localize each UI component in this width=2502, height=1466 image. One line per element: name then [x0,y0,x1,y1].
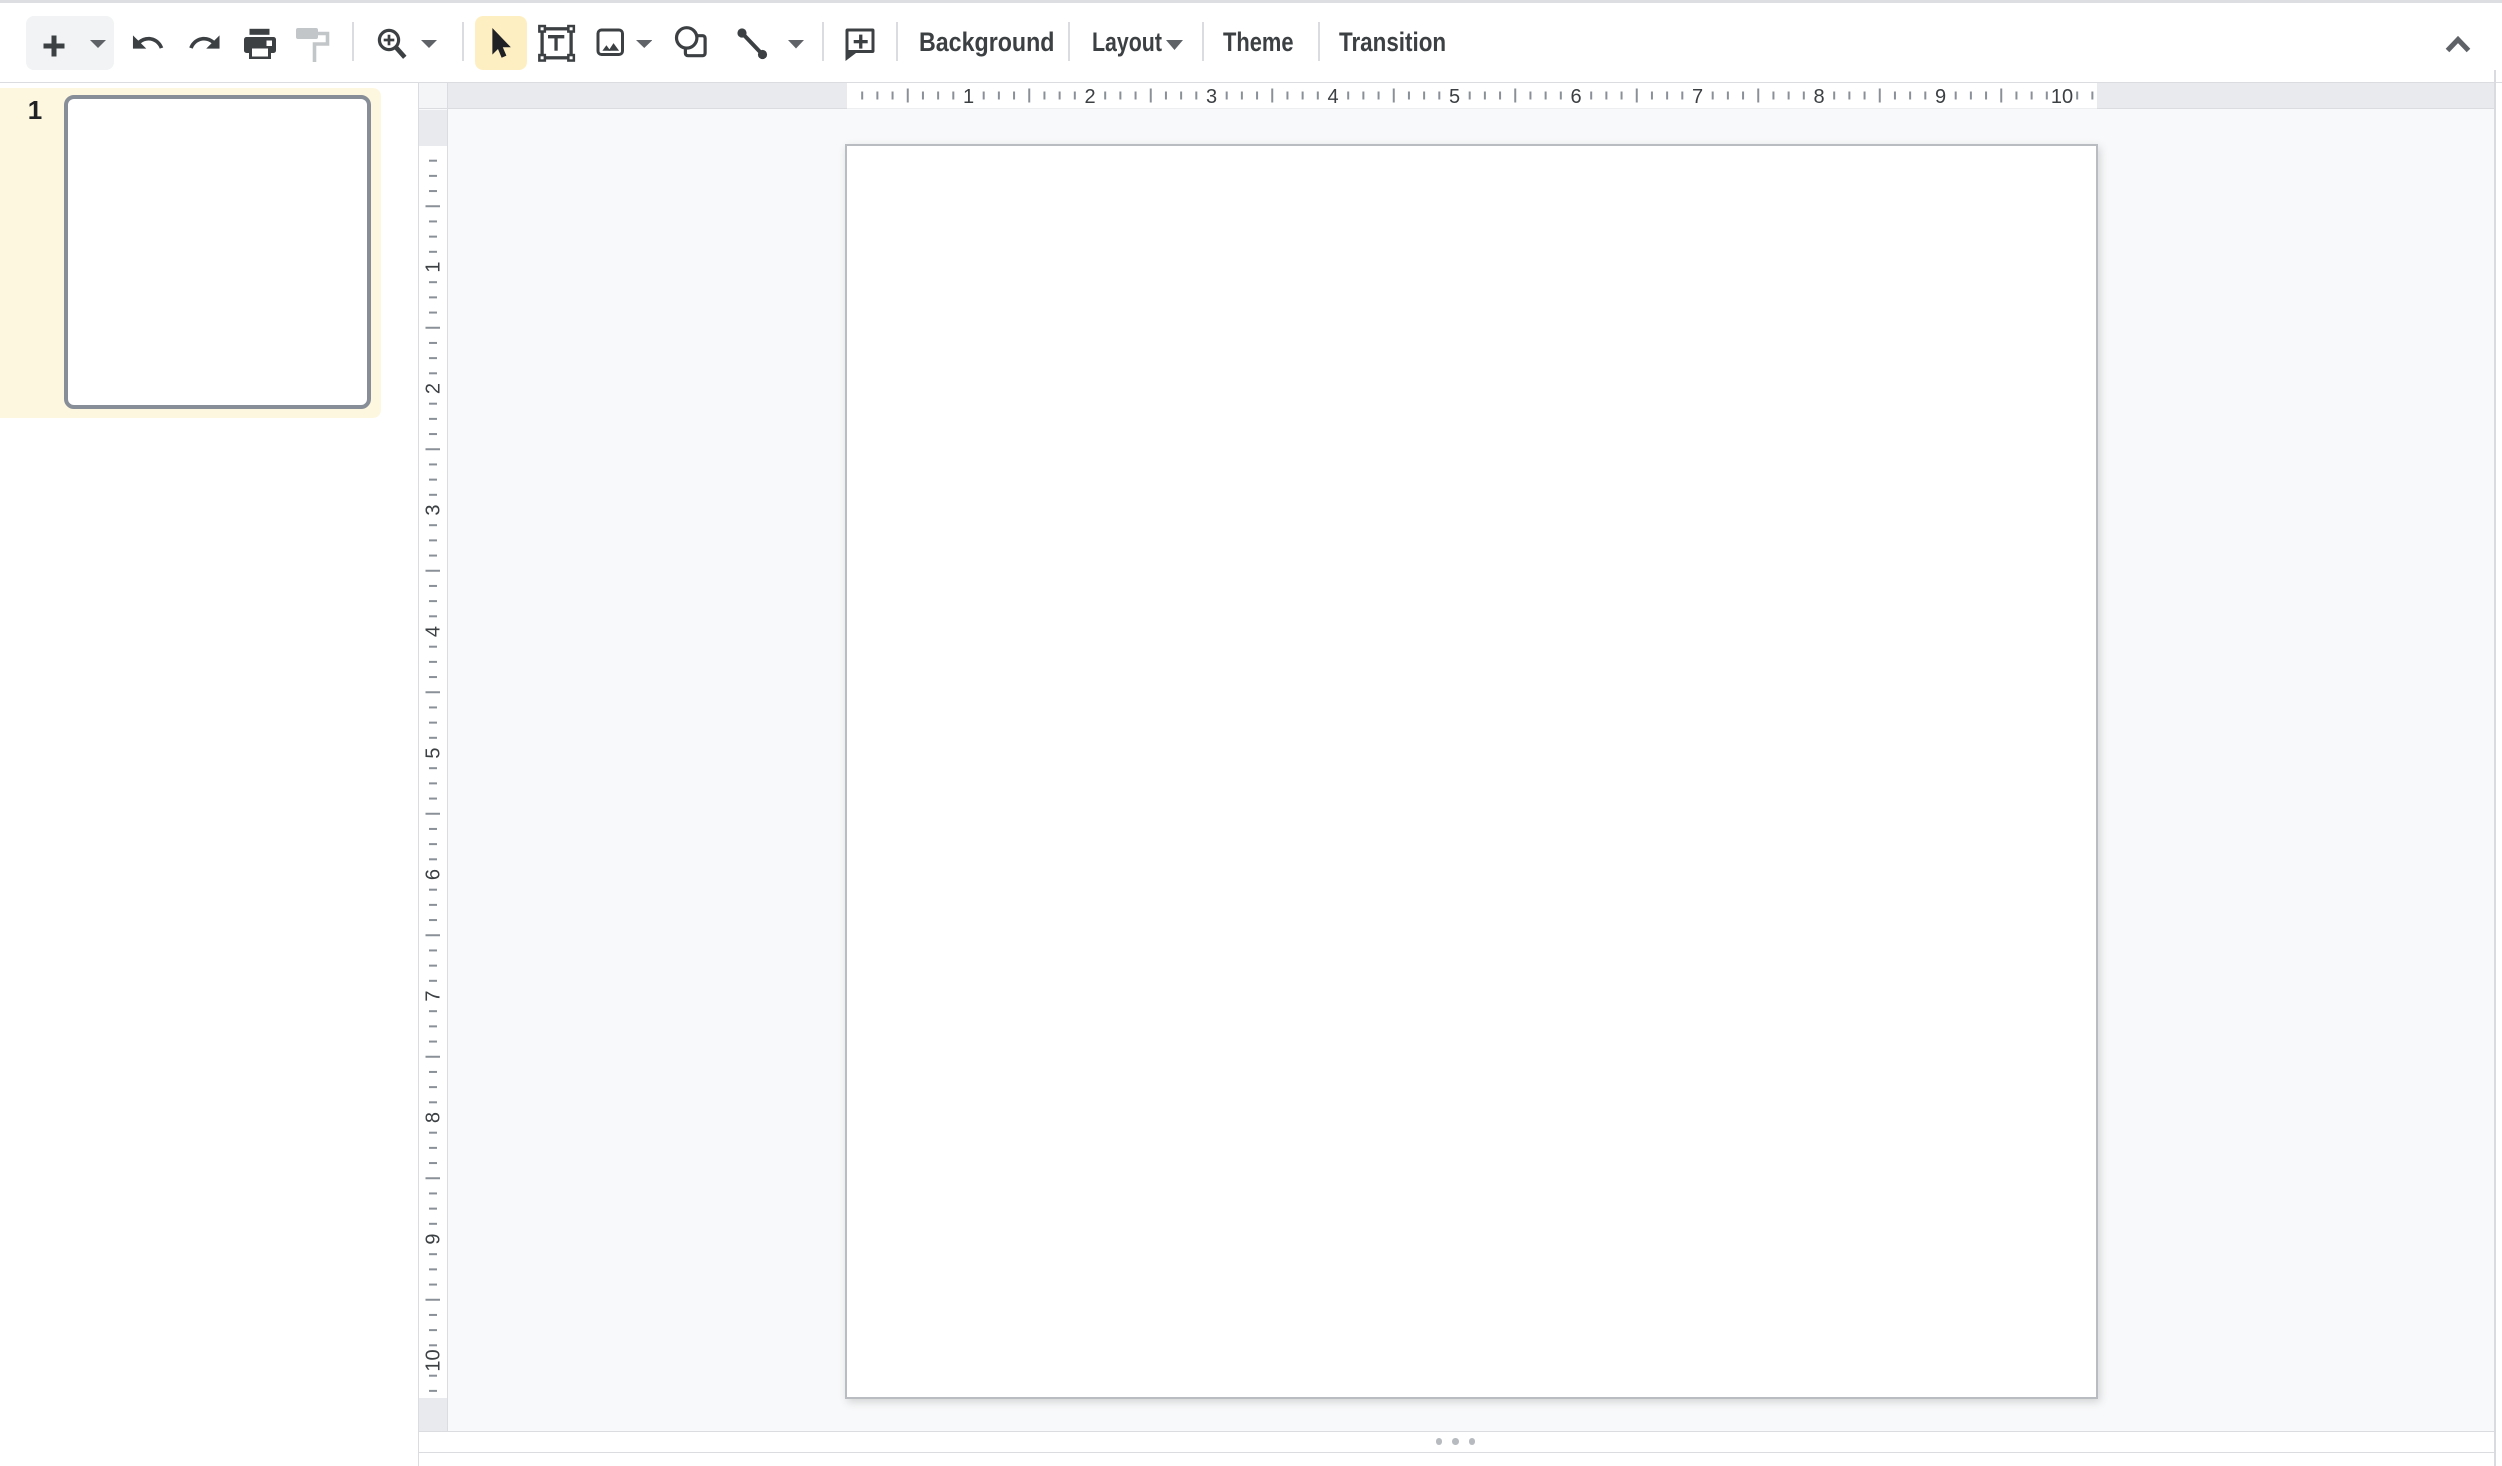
svg-text:2: 2 [423,383,445,394]
svg-text:7: 7 [1691,86,1702,108]
svg-text:9: 9 [1934,86,1945,108]
svg-text:10: 10 [2050,86,2072,108]
svg-text:5: 5 [1448,86,1459,108]
svg-text:7: 7 [423,990,445,1001]
svg-text:1: 1 [423,261,445,272]
svg-text:8: 8 [423,1112,445,1123]
svg-text:10: 10 [423,1349,445,1371]
svg-text:1: 1 [962,86,973,108]
svg-text:2: 2 [1084,86,1095,108]
svg-text:4: 4 [423,626,445,637]
svg-text:8: 8 [1813,86,1824,108]
svg-text:4: 4 [1327,86,1338,108]
svg-text:6: 6 [1570,86,1581,108]
svg-text:3: 3 [1205,86,1216,108]
svg-text:9: 9 [423,1233,445,1244]
svg-text:5: 5 [423,747,445,758]
svg-text:3: 3 [423,504,445,515]
svg-text:6: 6 [423,869,445,880]
